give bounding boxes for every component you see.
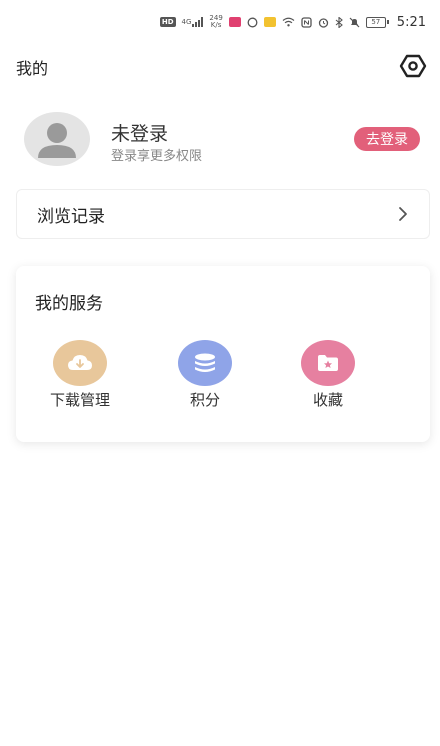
service-points[interactable]: 积分 <box>165 340 245 410</box>
status-bar: HD 4G 249 K/s 57 5:21 <box>0 0 440 44</box>
services-title: 我的服务 <box>35 294 103 314</box>
service-favorites[interactable]: 收藏 <box>288 340 368 410</box>
clock: 5:21 <box>396 14 426 30</box>
net-speed: 249 K/s <box>209 14 223 29</box>
coins-stack-icon <box>178 340 232 386</box>
app-notification-icon <box>263 17 276 27</box>
chevron-right-icon <box>399 207 407 221</box>
cloud-download-icon <box>53 340 107 386</box>
wifi-icon <box>282 17 295 27</box>
mute-icon <box>349 17 360 28</box>
hd-icon: HD <box>159 17 176 27</box>
star-folder-icon <box>301 340 355 386</box>
avatar[interactable] <box>24 112 90 166</box>
my-services-card: 我的服务 下载管理 积分 收藏 <box>16 266 430 442</box>
profile-page: HD 4G 249 K/s 57 5:21 我的 未登录 登录享更多权限 去登录… <box>0 0 440 746</box>
settings-hexagon-icon <box>399 54 427 78</box>
service-label: 下载管理 <box>50 391 111 409</box>
battery-icon: 57 <box>365 16 389 28</box>
bluetooth-icon <box>335 16 343 28</box>
app-notification-icon <box>228 17 241 27</box>
browse-history-label: 浏览记录 <box>37 206 105 227</box>
nfc-icon <box>301 16 312 28</box>
browse-history-row[interactable]: 浏览记录 <box>16 189 430 239</box>
service-label: 收藏 <box>312 391 343 409</box>
circle-icon <box>247 17 258 28</box>
page-title: 我的 <box>16 59 49 78</box>
profile-name[interactable]: 未登录 <box>111 119 168 146</box>
user-placeholder-icon <box>38 123 76 158</box>
profile-subtitle: 登录享更多权限 <box>111 149 203 164</box>
alarm-icon <box>318 17 329 28</box>
signal-icon: 4G <box>182 17 204 27</box>
service-label: 积分 <box>189 391 220 409</box>
login-button[interactable]: 去登录 <box>354 127 420 151</box>
service-download-manager[interactable]: 下载管理 <box>40 340 120 410</box>
network-type: 4G <box>181 18 192 26</box>
settings-button[interactable] <box>398 52 428 80</box>
